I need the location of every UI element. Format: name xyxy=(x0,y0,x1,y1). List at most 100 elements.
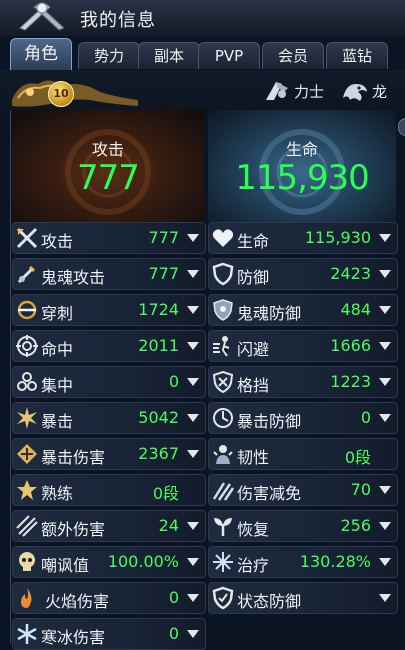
expand-arrow-icon[interactable] xyxy=(187,450,199,458)
shield-icon xyxy=(212,262,234,286)
window-title: 我的信息 xyxy=(80,10,156,31)
tab-character[interactable]: 角色 xyxy=(10,38,72,71)
stat-row-block[interactable]: 格挡 1223 xyxy=(208,366,398,398)
race-indicator: 龙 xyxy=(340,78,400,104)
stat-row-recovery[interactable]: 恢复 256 xyxy=(208,510,398,542)
dragon-ornament-icon xyxy=(12,80,138,107)
stat-row-crit-defense[interactable]: 暴击防御 0 xyxy=(208,402,398,434)
attack-summary-value: 777 xyxy=(77,158,140,198)
stat-label: 恢复 xyxy=(237,520,270,539)
stat-row-fire-damage[interactable]: 火焰伤害 0 xyxy=(12,582,206,614)
stat-value: 777 xyxy=(148,228,179,247)
stat-value: 1223 xyxy=(330,372,371,391)
expand-arrow-icon[interactable] xyxy=(379,306,391,314)
life-summary-panel: 生命 115,930 xyxy=(208,110,396,222)
stat-label: 伤害减免 xyxy=(237,484,302,503)
ghost-sword-icon xyxy=(17,266,35,284)
stat-label: 攻击 xyxy=(41,232,74,251)
stat-label: 暴击 xyxy=(41,412,74,431)
expand-arrow-icon[interactable] xyxy=(187,558,199,566)
pierce-icon xyxy=(17,300,37,320)
expand-arrow-icon[interactable] xyxy=(187,270,199,278)
life-summary-label: 生命 xyxy=(285,140,318,159)
expand-arrow-icon[interactable] xyxy=(187,594,199,602)
crossed-blades-icon xyxy=(19,2,65,31)
stat-value: 777 xyxy=(148,264,179,283)
panel-scroll-handle[interactable] xyxy=(398,118,405,136)
expand-arrow-icon[interactable] xyxy=(187,234,199,242)
dragon-icon xyxy=(343,84,367,101)
stat-row-life[interactable]: 生命 115,930 xyxy=(208,222,398,254)
expand-arrow-icon[interactable] xyxy=(379,522,391,530)
stat-label: 命中 xyxy=(41,340,74,359)
expand-arrow-icon[interactable] xyxy=(187,630,199,638)
stat-row-status-defense[interactable]: 状态防御 xyxy=(208,582,398,614)
stat-value: 1724 xyxy=(138,300,179,319)
stat-value: 5042 xyxy=(138,408,179,427)
tab-blue-diamond[interactable]: 蓝钻 xyxy=(326,42,388,69)
stat-row-ghost-defense[interactable]: 鬼魂防御 484 xyxy=(208,294,398,326)
expand-arrow-icon[interactable] xyxy=(187,342,199,350)
stat-row-accuracy[interactable]: 命中 2011 xyxy=(12,330,206,362)
stat-row-ghost-attack[interactable]: 鬼魂攻击 777 xyxy=(12,258,206,290)
stat-row-crit-damage[interactable]: 暴击伤害 2367 xyxy=(12,438,206,470)
stat-label: 鬼魂防御 xyxy=(237,304,302,323)
stat-row-proficiency[interactable]: 熟练 0段 xyxy=(12,474,206,506)
stat-value: 115,930 xyxy=(304,228,371,247)
class-indicator: 力士 xyxy=(262,78,332,104)
stat-row-pierce[interactable]: 穿刺 1724 xyxy=(12,294,206,326)
stat-value: 0 xyxy=(168,624,179,643)
expand-arrow-icon[interactable] xyxy=(379,270,391,278)
recovery-icon xyxy=(214,518,232,536)
stat-value: 256 xyxy=(340,516,371,535)
tab-faction[interactable]: 势力 xyxy=(78,42,140,69)
stat-label: 暴击伤害 xyxy=(41,448,106,467)
block-icon xyxy=(212,370,234,394)
stat-label: 嘲讽值 xyxy=(41,556,90,575)
expand-arrow-icon[interactable] xyxy=(379,414,391,422)
stat-row-heal[interactable]: 治疗 130.28% xyxy=(208,546,398,578)
stat-value: 2423 xyxy=(330,264,371,283)
race-label: 龙 xyxy=(372,83,388,101)
heal-icon xyxy=(213,552,233,572)
expand-arrow-icon[interactable] xyxy=(187,378,199,386)
tab-bar: 角色 势力 副本 PVP 会员 蓝钻 xyxy=(8,38,398,71)
dodge-icon xyxy=(213,336,230,357)
flame-icon xyxy=(21,588,32,608)
class-label: 力士 xyxy=(294,83,325,101)
stat-row-critical[interactable]: 暴击 5042 xyxy=(12,402,206,434)
stat-row-extra-damage[interactable]: 额外伤害 24 xyxy=(12,510,206,542)
stat-row-focus[interactable]: 集中 0 xyxy=(12,366,206,398)
stat-value: 24 xyxy=(158,516,179,535)
stat-label: 火焰伤害 xyxy=(45,592,110,611)
stat-value: 2367 xyxy=(138,444,179,463)
expand-arrow-icon[interactable] xyxy=(379,558,391,566)
tab-dungeon[interactable]: 副本 xyxy=(138,42,200,69)
stat-row-evasion[interactable]: 闪避 1666 xyxy=(208,330,398,362)
stat-row-taunt[interactable]: 嘲讽值 100.00% xyxy=(12,546,206,578)
stat-row-defense[interactable]: 防御 2423 xyxy=(208,258,398,290)
stat-row-toughness[interactable]: 韧性 0段 xyxy=(208,438,398,470)
stat-label: 额外伤害 xyxy=(41,520,106,539)
strongman-icon xyxy=(266,82,288,100)
tab-pvp[interactable]: PVP xyxy=(198,42,260,69)
expand-arrow-icon[interactable] xyxy=(379,342,391,350)
tab-member[interactable]: 会员 xyxy=(262,42,324,69)
stat-row-damage-reduction[interactable]: 伤害减免 70 xyxy=(208,474,398,506)
stat-row-attack[interactable]: 攻击 777 xyxy=(12,222,206,254)
extra-damage-icon xyxy=(16,515,38,537)
expand-arrow-icon[interactable] xyxy=(187,306,199,314)
stat-label: 防御 xyxy=(237,268,270,287)
crit-damage-icon xyxy=(17,444,37,464)
expand-arrow-icon[interactable] xyxy=(379,486,391,494)
status-defense-icon xyxy=(212,586,234,610)
expand-arrow-icon[interactable] xyxy=(379,378,391,386)
expand-arrow-icon[interactable] xyxy=(379,234,391,242)
stat-label: 暴击防御 xyxy=(237,412,302,431)
expand-arrow-icon[interactable] xyxy=(187,414,199,422)
expand-arrow-icon[interactable] xyxy=(187,522,199,530)
attack-summary-label: 攻击 xyxy=(91,140,124,159)
expand-arrow-icon[interactable] xyxy=(379,594,391,602)
attack-summary-panel: 攻击 777 xyxy=(12,110,204,222)
stat-row-ice-damage[interactable]: 寒冰伤害 0 xyxy=(12,618,206,650)
